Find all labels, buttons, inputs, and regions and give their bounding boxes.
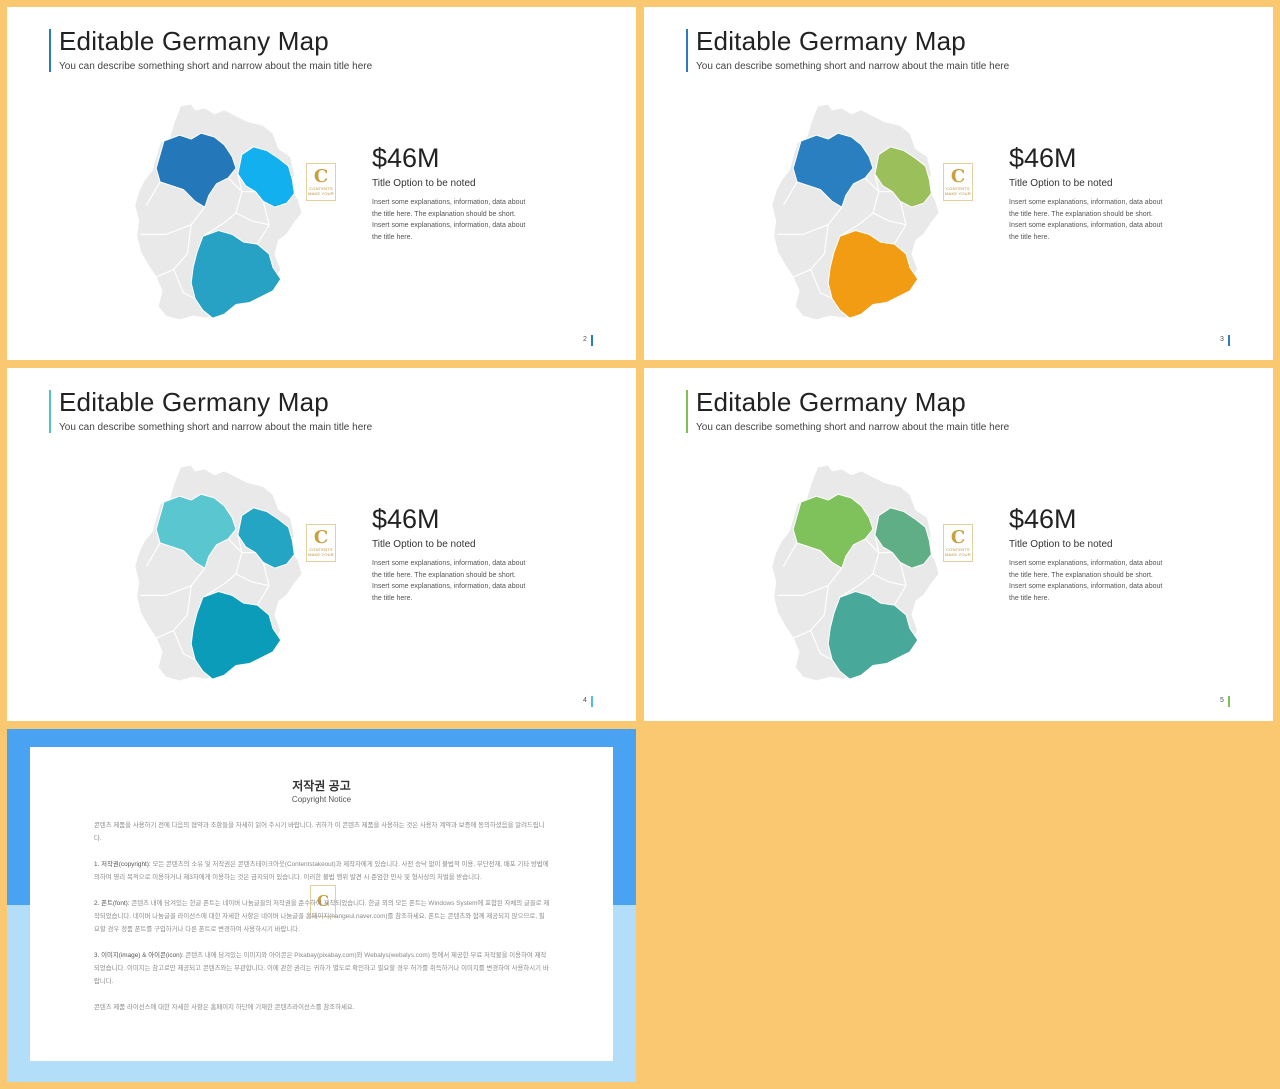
logo-subtext: MAKE YOUR xyxy=(308,552,334,557)
page-number: 3 xyxy=(1220,336,1224,343)
title-accent-bar xyxy=(686,390,688,433)
title-accent-bar xyxy=(49,390,51,433)
copyright-intro: 콘텐츠 제품을 사용하기 전에 다음의 협약과 조항들을 자세히 읽어 주시기 … xyxy=(94,822,545,842)
price-value: $46M xyxy=(1009,504,1077,534)
copyright-section-1-text: 모든 콘텐츠의 소유 및 저작권은 콘텐츠테이크아웃(Contentstakeo… xyxy=(94,861,549,881)
description-text: Insert some explanations, information, d… xyxy=(372,560,526,602)
slide-title: Editable Germany Map xyxy=(696,387,966,417)
slide-subtitle: You can describe something short and nar… xyxy=(696,61,1010,72)
contents-logo-icon: C CONTENTS MAKE YOUR xyxy=(306,524,336,562)
slide-subtitle: You can describe something short and nar… xyxy=(696,422,1010,433)
slide-4[interactable]: Editable Germany Map You can describe so… xyxy=(7,368,636,721)
slide-title: Editable Germany Map xyxy=(59,26,329,56)
logo-subtext: MAKE YOUR xyxy=(945,191,971,196)
copyright-subtitle: Copyright Notice xyxy=(291,795,352,804)
copyright-section-2-head: 2. 폰트(font): xyxy=(94,900,130,907)
slide-title: Editable Germany Map xyxy=(59,387,329,417)
page-marker xyxy=(1228,335,1230,346)
option-title: Title Option to be noted xyxy=(1009,539,1113,550)
copyright-body: 콘텐츠 제품을 사용하기 전에 다음의 협약과 조항들을 자세히 읽어 주시기 … xyxy=(94,819,550,1027)
title-accent-bar xyxy=(49,29,51,72)
copyright-footer: 콘텐츠 제품 라이선스에 대한 자세한 사항은 홈페이지 하단에 기재한 콘텐츠… xyxy=(94,1004,355,1011)
copyright-section-2-text: 콘텐츠 내에 담겨있는 한글 폰트는 네이버 나눔글꼴의 저작권을 준수하여 제… xyxy=(94,900,550,933)
germany-map xyxy=(771,103,940,321)
slide-2[interactable]: Editable Germany Map You can describe so… xyxy=(7,7,636,360)
description-text: Insert some explanations, information, d… xyxy=(1009,199,1163,241)
germany-map xyxy=(771,464,940,682)
logo-letter: C xyxy=(313,527,329,548)
copyright-section-3-head: 3. 이미지(image) & 아이콘(icon): xyxy=(94,952,184,959)
germany-map xyxy=(134,103,303,321)
price-value: $46M xyxy=(1009,143,1077,173)
copyright-card: 저작권 공고 Copyright Notice C 콘텐츠 제품을 사용하기 전… xyxy=(30,747,613,1061)
logo-letter: C xyxy=(950,166,966,187)
logo-letter: C xyxy=(313,166,329,187)
copyright-section-3: 3. 이미지(image) & 아이콘(icon): 콘텐츠 내에 담겨있는 이… xyxy=(94,949,550,988)
copyright-section-1-head: 1. 저작권(copyright): xyxy=(94,861,151,868)
logo-subtext: MAKE YOUR xyxy=(945,552,971,557)
slide-5[interactable]: Editable Germany Map You can describe so… xyxy=(644,368,1273,721)
option-title: Title Option to be noted xyxy=(372,539,476,550)
slide-copyright[interactable]: 저작권 공고 Copyright Notice C 콘텐츠 제품을 사용하기 전… xyxy=(7,729,636,1082)
contents-logo-icon: C CONTENTS MAKE YOUR xyxy=(943,524,973,562)
price-value: $46M xyxy=(372,504,440,534)
page-marker xyxy=(1228,696,1230,707)
option-title: Title Option to be noted xyxy=(372,178,476,189)
logo-letter: C xyxy=(950,527,966,548)
slide-subtitle: You can describe something short and nar… xyxy=(59,422,373,433)
page-number: 4 xyxy=(583,697,587,704)
logo-subtext: MAKE YOUR xyxy=(308,191,334,196)
contents-logo-icon: C CONTENTS MAKE YOUR xyxy=(306,163,336,201)
copyright-section-2: 2. 폰트(font): 콘텐츠 내에 담겨있는 한글 폰트는 네이버 나눔글꼴… xyxy=(94,897,550,936)
slide-title: Editable Germany Map xyxy=(696,26,966,56)
page-number: 2 xyxy=(583,336,587,343)
page-marker xyxy=(591,696,593,707)
page-marker xyxy=(591,335,593,346)
description-text: Insert some explanations, information, d… xyxy=(372,199,526,241)
contents-logo-icon: C CONTENTS MAKE YOUR xyxy=(943,163,973,201)
title-accent-bar xyxy=(686,29,688,72)
slide-subtitle: You can describe something short and nar… xyxy=(59,61,373,72)
description-text: Insert some explanations, information, d… xyxy=(1009,560,1163,602)
page-number: 5 xyxy=(1220,697,1224,704)
slide-3[interactable]: Editable Germany Map You can describe so… xyxy=(644,7,1273,360)
germany-map xyxy=(134,464,303,682)
copyright-section-1: 1. 저작권(copyright): 모든 콘텐츠의 소유 및 저작권은 콘텐츠… xyxy=(94,858,550,884)
copyright-title: 저작권 공고 xyxy=(292,779,351,793)
option-title: Title Option to be noted xyxy=(1009,178,1113,189)
price-value: $46M xyxy=(372,143,440,173)
